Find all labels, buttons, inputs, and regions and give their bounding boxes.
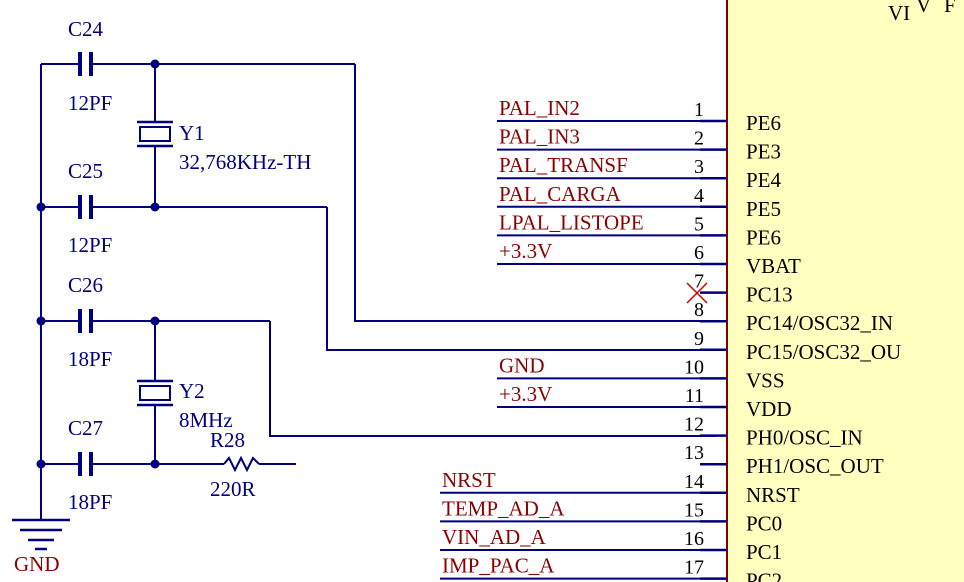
r28-value: 220R bbox=[210, 477, 256, 501]
pin-name: NRST bbox=[746, 483, 800, 507]
pin-name: PC13 bbox=[746, 283, 793, 307]
net-label[interactable]: TEMP_AD_A bbox=[442, 496, 565, 520]
crystal-y2[interactable] bbox=[137, 321, 173, 464]
pin-name: PC0 bbox=[746, 511, 782, 535]
net-label[interactable]: PAL_TRANSF bbox=[499, 153, 628, 177]
mcu-header-text-3: F bbox=[944, 0, 956, 17]
net-label[interactable]: IMP_PAC_A bbox=[442, 554, 555, 578]
pin-name: PC14/OSC32_IN bbox=[746, 311, 893, 335]
c25-value: 12PF bbox=[68, 233, 112, 257]
y1-value: 32,768KHz-TH bbox=[179, 150, 311, 174]
net-label[interactable]: +3.3V bbox=[499, 382, 552, 406]
pin-number: 13 bbox=[684, 442, 704, 464]
c24-value: 12PF bbox=[68, 91, 112, 115]
net-label[interactable]: +3.3V bbox=[499, 239, 552, 263]
pin-number: 12 bbox=[684, 414, 704, 436]
y1-ref: Y1 bbox=[179, 121, 205, 145]
pin-number: 9 bbox=[694, 328, 704, 350]
schematic-canvas: VI V F GND C24 12PF C25 12PF C26 18PF C2… bbox=[0, 0, 964, 582]
capacitor-c27[interactable] bbox=[41, 452, 224, 476]
net-label[interactable]: PAL_CARGA bbox=[499, 182, 622, 206]
pin-number: 17 bbox=[684, 557, 704, 579]
c26-ref: C26 bbox=[68, 273, 103, 297]
pin-name: PC1 bbox=[746, 540, 782, 564]
pin-number: 2 bbox=[694, 128, 704, 150]
pin-name: PC15/OSC32_OU bbox=[746, 340, 901, 364]
c27-ref: C27 bbox=[68, 416, 103, 440]
net-label[interactable]: VIN_AD_A bbox=[442, 525, 547, 549]
pin-number: 14 bbox=[684, 471, 704, 493]
c26-value: 18PF bbox=[68, 347, 112, 371]
pin-number: 16 bbox=[684, 528, 704, 550]
c25-ref: C25 bbox=[68, 159, 103, 183]
c27-value: 18PF bbox=[68, 490, 112, 514]
mcu-header-text-1: VI bbox=[888, 1, 910, 25]
pin-name: PE5 bbox=[746, 197, 781, 221]
pin-name: PE6 bbox=[746, 111, 781, 135]
pin-name: PE4 bbox=[746, 168, 782, 192]
pin-name: VSS bbox=[746, 368, 785, 392]
r28-ref: R28 bbox=[210, 428, 245, 452]
pin-number: 7 bbox=[694, 271, 704, 293]
net-label[interactable]: GND bbox=[499, 353, 545, 377]
ground-label: GND bbox=[14, 552, 60, 576]
ground-symbol bbox=[12, 498, 70, 551]
pin-name: PH1/OSC_OUT bbox=[746, 454, 884, 478]
pin-number: 3 bbox=[694, 156, 704, 178]
crystal-y1[interactable] bbox=[137, 64, 173, 207]
net-label[interactable]: PAL_IN3 bbox=[499, 125, 580, 149]
net-label[interactable]: LPAL_LISTOPE bbox=[499, 210, 644, 234]
pin-name: PC2 bbox=[746, 569, 782, 582]
pin-number: 8 bbox=[694, 299, 704, 321]
c24-ref: C24 bbox=[68, 17, 104, 41]
pin-name: PH0/OSC_IN bbox=[746, 426, 863, 450]
pin-number: 6 bbox=[694, 242, 704, 264]
pin-name: PE3 bbox=[746, 140, 781, 164]
net-label[interactable]: NRST bbox=[442, 468, 496, 492]
pin-name: VDD bbox=[746, 397, 792, 421]
pin-name: PE6 bbox=[746, 225, 781, 249]
pin-number: 4 bbox=[694, 185, 704, 207]
schematic-diagram: VI V F GND C24 12PF C25 12PF C26 18PF C2… bbox=[12, 0, 964, 582]
resistor-r28[interactable] bbox=[223, 455, 296, 473]
pin-number: 15 bbox=[684, 499, 704, 521]
pin-number: 5 bbox=[694, 213, 704, 235]
mcu-header-text-2: V bbox=[916, 0, 931, 17]
pin-number: 11 bbox=[685, 385, 704, 407]
pin-number: 1 bbox=[694, 99, 704, 121]
capacitor-c24[interactable] bbox=[41, 52, 355, 76]
net-label[interactable]: PAL_IN2 bbox=[499, 96, 580, 120]
pin-number: 10 bbox=[684, 356, 704, 378]
y2-ref: Y2 bbox=[179, 379, 205, 403]
capacitor-c25[interactable] bbox=[41, 195, 327, 219]
pin-name: VBAT bbox=[746, 254, 801, 278]
